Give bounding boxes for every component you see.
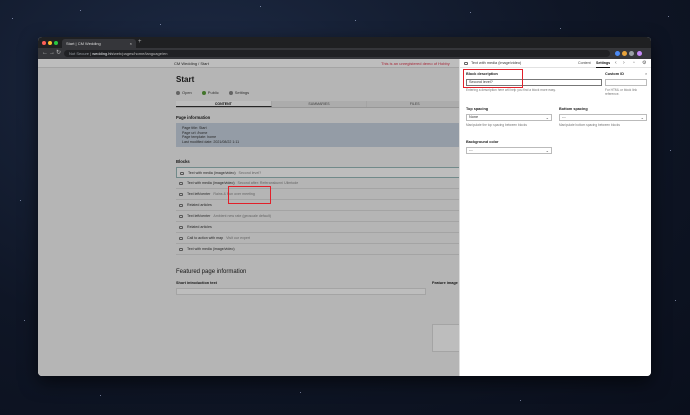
star	[668, 16, 669, 17]
background-color-label: Background color	[466, 140, 499, 144]
tab-content[interactable]: Content	[578, 59, 591, 68]
star	[260, 6, 261, 7]
chevron-down-icon: ⌄	[640, 115, 644, 120]
top-spacing-label: Top spacing	[466, 107, 489, 111]
highlight-box	[463, 69, 523, 88]
delete-icon[interactable]: ▫	[633, 59, 635, 68]
maximize-window-icon[interactable]	[54, 41, 58, 45]
modal-overlay[interactable]	[38, 59, 459, 376]
url-path: /web/pages/home/language/en	[112, 51, 168, 56]
star	[20, 200, 21, 201]
url-host: wedding.hh	[92, 51, 113, 56]
star	[470, 12, 471, 13]
chevron-left-icon[interactable]: ‹	[615, 59, 617, 68]
custom-id-label: Custom ID	[605, 72, 624, 76]
bottom-spacing-label: Bottom spacing	[559, 107, 588, 111]
bottom-spacing-help: Manipulate bottom spacing between blocks	[559, 123, 620, 127]
top-spacing-value: None	[469, 115, 479, 119]
star	[675, 300, 676, 301]
bottom-spacing-select[interactable]: --- ⌄	[559, 114, 647, 121]
custom-id-input[interactable]	[605, 79, 647, 86]
panel-title: Text with media (image/video)	[471, 61, 522, 65]
highlight-box	[228, 186, 271, 204]
background-color-select[interactable]: --- ⌄	[466, 147, 552, 154]
block-description-help: Entering a description here will help yo…	[466, 88, 556, 92]
not-secure-label: Not Secure	[69, 51, 90, 56]
star	[80, 10, 81, 11]
clear-icon[interactable]: ×	[645, 72, 647, 76]
browser-tab-title: Start | CM Wedding	[66, 41, 101, 46]
profile-avatar-icon[interactable]	[637, 51, 642, 56]
chevron-down-icon: ⌄	[545, 115, 549, 120]
minimize-window-icon[interactable]	[48, 41, 52, 45]
chevron-down-icon: ⌄	[545, 148, 549, 153]
cms-app: CM Wedding / Start This is an unregister…	[38, 59, 651, 376]
close-window-icon[interactable]	[42, 41, 46, 45]
main-editor-area: CM Wedding / Start This is an unregister…	[38, 59, 464, 376]
star	[24, 320, 25, 321]
extension-icon[interactable]	[622, 51, 627, 56]
tab-settings[interactable]: Settings	[596, 59, 611, 68]
browser-tab-strip: Start | CM Wedding × +	[38, 37, 651, 48]
star	[520, 400, 521, 401]
browser-window: Start | CM Wedding × + ← → ↻ Not Secure …	[38, 37, 651, 376]
background-color-value: ---	[469, 148, 473, 152]
star	[100, 395, 101, 396]
block-icon	[464, 62, 468, 65]
top-spacing-select[interactable]: None ⌄	[466, 114, 552, 121]
top-spacing-help: Manipulate the top spacing between block…	[466, 123, 527, 127]
back-icon[interactable]: ←	[42, 50, 48, 56]
star	[160, 24, 161, 25]
block-settings-panel: Text with media (image/video) Content Se…	[459, 59, 651, 376]
star	[560, 28, 561, 29]
address-bar[interactable]: Not Secure | wedding.hh/web/pages/home/l…	[64, 50, 610, 57]
reload-icon[interactable]: ↻	[56, 50, 61, 56]
star	[355, 20, 356, 21]
more-icon[interactable]: ⚙	[642, 59, 646, 68]
star	[670, 150, 671, 151]
extension-icon[interactable]	[615, 51, 620, 56]
custom-id-help: For HTML or block link reference.	[605, 88, 637, 96]
chevron-right-icon[interactable]: ›	[623, 59, 625, 68]
star	[300, 392, 301, 393]
panel-header: Text with media (image/video) Content Se…	[460, 59, 651, 68]
new-tab-button[interactable]: +	[138, 39, 142, 45]
star	[12, 18, 13, 19]
browser-tab[interactable]: Start | CM Wedding ×	[62, 39, 136, 48]
tab-close-icon[interactable]: ×	[130, 41, 132, 46]
bottom-spacing-value: ---	[562, 115, 566, 119]
extension-icon[interactable]	[629, 51, 634, 56]
browser-toolbar: ← → ↻ Not Secure | wedding.hh/web/pages/…	[38, 48, 651, 59]
forward-icon[interactable]: →	[49, 50, 55, 56]
